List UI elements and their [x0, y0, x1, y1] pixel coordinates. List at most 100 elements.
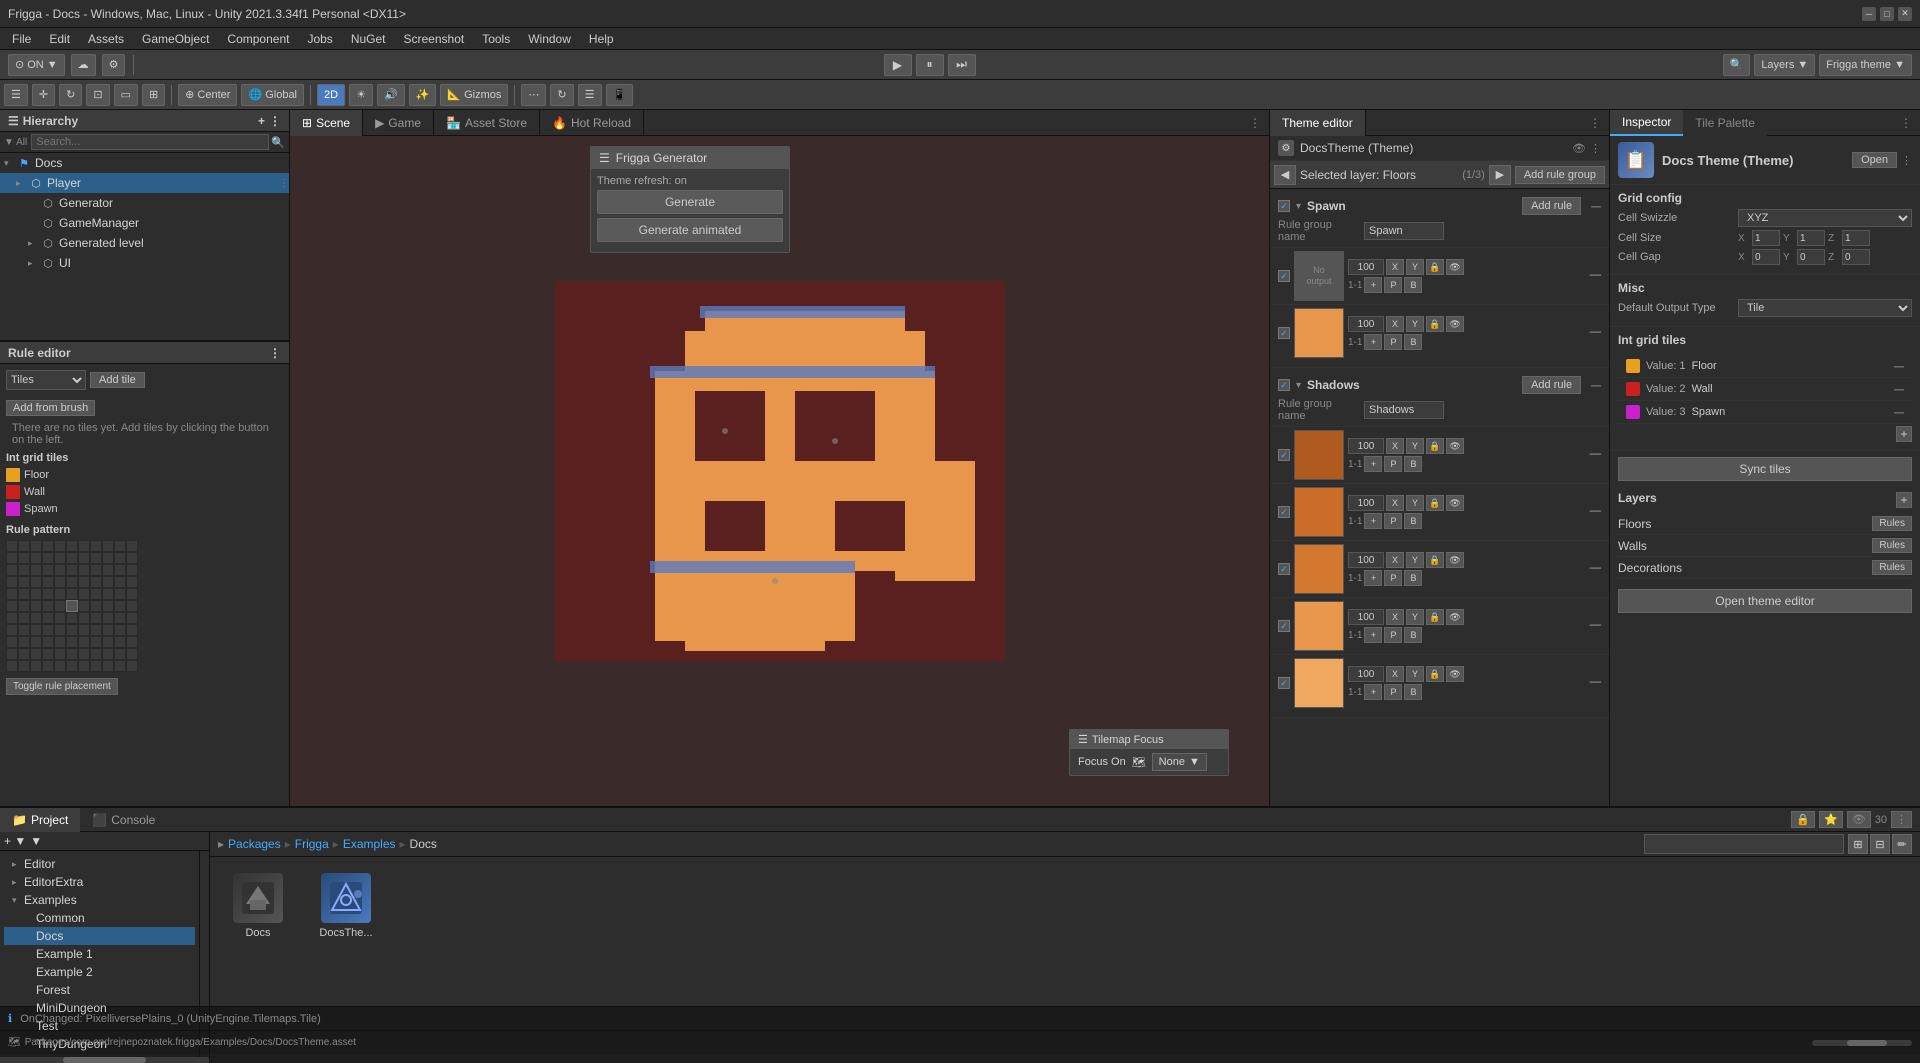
menu-gameobject[interactable]: GameObject: [134, 30, 217, 48]
asset-docstheme[interactable]: DocsThe...: [306, 865, 386, 947]
spawn-tile-value[interactable]: [1348, 316, 1384, 332]
s3-x[interactable]: X: [1386, 552, 1404, 568]
pattern-cell-3-3[interactable]: [42, 576, 54, 588]
s1-b[interactable]: B: [1404, 456, 1422, 472]
open-theme-editor-button[interactable]: Open theme editor: [1618, 589, 1912, 613]
pattern-cell-3-8[interactable]: [102, 576, 114, 588]
toggle-on-button[interactable]: ⊙ ON ▼: [8, 54, 65, 76]
scene-global[interactable]: 🌐 Global: [241, 84, 304, 106]
s1-y[interactable]: Y: [1406, 438, 1424, 454]
pattern-cell-1-4[interactable]: [54, 552, 66, 564]
pattern-cell-7-1[interactable]: [18, 624, 30, 636]
scene-refresh[interactable]: ↻: [550, 84, 573, 106]
no-output-lock-btn[interactable]: 🔒: [1426, 259, 1444, 275]
pattern-cell-4-6[interactable]: [78, 588, 90, 600]
cell-size-x-input[interactable]: [1752, 230, 1780, 246]
pattern-cell-5-5[interactable]: [66, 600, 78, 612]
floor-tile-name[interactable]: Floor: [24, 469, 49, 481]
pattern-cell-10-4[interactable]: [54, 660, 66, 672]
breadcrumb-packages[interactable]: Packages: [228, 837, 281, 851]
pattern-cell-9-10[interactable]: [126, 648, 138, 660]
s3-lock[interactable]: 🔒: [1426, 552, 1444, 568]
menu-window[interactable]: Window: [520, 30, 579, 48]
pattern-cell-0-4[interactable]: [54, 540, 66, 552]
pattern-cell-5-8[interactable]: [102, 600, 114, 612]
project-star-btn[interactable]: ⭐: [1819, 811, 1843, 828]
shadow1-checkbox[interactable]: [1278, 449, 1290, 461]
pattern-cell-6-8[interactable]: [102, 612, 114, 624]
rule-editor-more[interactable]: ⋮: [269, 346, 281, 360]
player-more-btn[interactable]: ⋮: [279, 178, 289, 189]
pattern-cell-0-3[interactable]: [42, 540, 54, 552]
asset-docs[interactable]: Docs: [218, 865, 298, 947]
pattern-cell-8-2[interactable]: [30, 636, 42, 648]
menu-tools[interactable]: Tools: [474, 30, 518, 48]
scene-tab-more[interactable]: ⋮: [1241, 116, 1269, 130]
no-output-plus-btn[interactable]: +: [1364, 277, 1382, 293]
pattern-cell-2-8[interactable]: [102, 564, 114, 576]
add-from-brush-button[interactable]: Add from brush: [6, 400, 95, 416]
pattern-cell-9-1[interactable]: [18, 648, 30, 660]
pattern-cell-6-7[interactable]: [90, 612, 102, 624]
menu-file[interactable]: File: [4, 30, 39, 48]
hierarchy-more-icon[interactable]: ⋮: [269, 114, 281, 128]
pattern-cell-2-3[interactable]: [42, 564, 54, 576]
settings-button[interactable]: ⚙: [102, 54, 126, 76]
tab-scene[interactable]: ⊞ Scene: [290, 110, 363, 136]
shadow3-checkbox[interactable]: [1278, 563, 1290, 575]
pattern-cell-7-3[interactable]: [42, 624, 54, 636]
hierarchy-search-input[interactable]: [31, 134, 269, 150]
tab-console[interactable]: ⬛ Console: [80, 808, 167, 832]
pattern-cell-7-9[interactable]: [114, 624, 126, 636]
pattern-cell-9-9[interactable]: [114, 648, 126, 660]
inspector-tab-more[interactable]: ⋮: [1892, 116, 1920, 130]
scene-2d-toggle[interactable]: 2D: [317, 84, 345, 106]
s2-p[interactable]: P: [1384, 513, 1402, 529]
shadow2-minus[interactable]: ─: [1590, 503, 1601, 521]
s3-b[interactable]: B: [1404, 570, 1422, 586]
hierarchy-search-icon[interactable]: 🔍: [271, 136, 285, 149]
pattern-cell-6-6[interactable]: [78, 612, 90, 624]
project-search-input[interactable]: [1644, 834, 1844, 854]
play-button[interactable]: ▶: [884, 54, 912, 76]
pattern-cell-10-10[interactable]: [126, 660, 138, 672]
project-more-button[interactable]: ▼: [30, 834, 42, 848]
generate-button[interactable]: Generate: [597, 190, 783, 214]
int-tile-wall-remove[interactable]: ─: [1894, 381, 1904, 397]
ptree-examples[interactable]: ▾ Examples: [4, 891, 195, 909]
pattern-cell-1-9[interactable]: [114, 552, 126, 564]
theme-tab-more[interactable]: ⋮: [1581, 116, 1609, 130]
scene-lighting[interactable]: ☀: [349, 84, 373, 106]
tab-inspector[interactable]: Inspector: [1610, 110, 1683, 136]
pattern-cell-9-0[interactable]: [6, 648, 18, 660]
tree-item-player[interactable]: ▸ ⬡ Player ⋮: [0, 173, 289, 193]
pattern-cell-2-5[interactable]: [66, 564, 78, 576]
s4-b[interactable]: B: [1404, 627, 1422, 643]
pattern-cell-5-1[interactable]: [18, 600, 30, 612]
s4-eye[interactable]: 👁: [1446, 609, 1464, 625]
toggle-rule-placement-button[interactable]: Toggle rule placement: [6, 678, 118, 695]
pattern-cell-10-9[interactable]: [114, 660, 126, 672]
pattern-cell-6-3[interactable]: [42, 612, 54, 624]
no-output-minus[interactable]: ─: [1590, 267, 1601, 285]
no-output-b-btn[interactable]: B: [1404, 277, 1422, 293]
pattern-cell-6-4[interactable]: [54, 612, 66, 624]
shadow4-checkbox[interactable]: [1278, 620, 1290, 632]
pattern-cell-0-7[interactable]: [90, 540, 102, 552]
tab-project[interactable]: 📁 Project: [0, 808, 80, 832]
scene-fx[interactable]: ✨: [409, 84, 437, 106]
spawn-tile-plus-btn[interactable]: +: [1364, 334, 1382, 350]
scene-device[interactable]: 📱: [606, 84, 634, 106]
walls-rules-button[interactable]: Rules: [1872, 538, 1912, 553]
shadow5-value[interactable]: [1348, 666, 1384, 682]
pattern-cell-4-2[interactable]: [30, 588, 42, 600]
spawn-tile-x-btn[interactable]: X: [1386, 316, 1404, 332]
project-lock-btn[interactable]: 🔒: [1791, 811, 1815, 828]
s5-x[interactable]: X: [1386, 666, 1404, 682]
spawn-add-rule-button[interactable]: Add rule: [1522, 197, 1581, 215]
ptree-example2[interactable]: Example 2: [4, 963, 195, 981]
scene-tool-move[interactable]: ✛: [32, 84, 55, 106]
pattern-cell-1-7[interactable]: [90, 552, 102, 564]
project-hscroll-thumb[interactable]: [63, 1057, 147, 1063]
pattern-cell-8-10[interactable]: [126, 636, 138, 648]
